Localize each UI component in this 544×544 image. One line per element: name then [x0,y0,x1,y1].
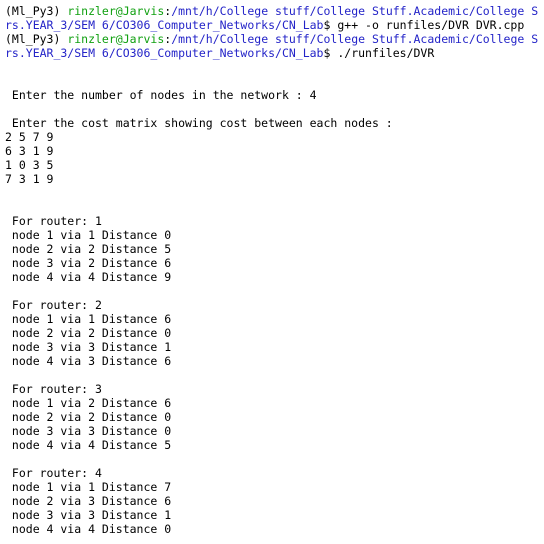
router-header: For router: 1 [5,214,102,228]
router-header: For router: 2 [5,298,102,312]
prompt-env: (Ml_Py3) [5,4,68,18]
matrix-row: 2 5 7 9 [5,130,54,144]
command-text: $ g++ -o runfiles/DVR DVR.cpp [323,18,525,32]
route-row: node 3 via 3 Distance 0 [5,424,172,438]
prompt-line-2: (Ml_Py3) rinzler@Jarvis:/mnt/h/College s… [5,32,544,46]
prompt-line-1: (Ml_Py3) rinzler@Jarvis:/mnt/h/College s… [5,4,544,18]
route-row: node 4 via 4 Distance 5 [5,438,172,452]
prompt-path: /mnt/h/College stuff/College Stuff.Acade… [171,32,539,46]
terminal-window[interactable]: (Ml_Py3) rinzler@Jarvis:/mnt/h/College s… [0,0,544,544]
prompt-user: rinzler@Jarvis [67,32,165,46]
prompt-line-1-cont: rs.YEAR_3/SEM 6/CO306_Computer_Networks/… [5,18,544,32]
route-row: node 1 via 1 Distance 0 [5,228,172,242]
matrix-prompt: Enter the cost matrix showing cost betwe… [5,116,393,130]
route-row: node 4 via 4 Distance 9 [5,270,172,284]
command-text: $ ./runfiles/DVR [323,46,435,60]
route-row: node 1 via 1 Distance 6 [5,312,172,326]
route-row: node 2 via 2 Distance 0 [5,410,172,424]
route-row: node 3 via 3 Distance 1 [5,508,172,522]
matrix-row: 7 3 1 9 [5,172,54,186]
route-row: node 4 via 3 Distance 6 [5,354,172,368]
router-header: For router: 3 [5,382,102,396]
route-row: node 4 via 4 Distance 0 [5,522,172,536]
route-row: node 1 via 1 Distance 7 [5,480,172,494]
prompt-path: /mnt/h/College stuff/College Stuff.Acade… [171,4,539,18]
router-header: For router: 4 [5,466,102,480]
route-row: node 1 via 2 Distance 6 [5,396,172,410]
prompt-line-2-cont: rs.YEAR_3/SEM 6/CO306_Computer_Networks/… [5,46,544,60]
route-row: node 2 via 3 Distance 6 [5,494,172,508]
nodes-prompt: Enter the number of nodes in the network… [5,88,317,102]
prompt-path-cont: rs.YEAR_3/SEM 6/CO306_Computer_Networks/… [5,46,324,60]
prompt-user: rinzler@Jarvis [67,4,165,18]
prompt-path-cont: rs.YEAR_3/SEM 6/CO306_Computer_Networks/… [5,18,324,32]
route-row: node 2 via 2 Distance 0 [5,326,172,340]
prompt-env: (Ml_Py3) [5,32,68,46]
route-row: node 3 via 3 Distance 1 [5,340,172,354]
matrix-row: 6 3 1 9 [5,144,54,158]
matrix-row: 1 0 3 5 [5,158,54,172]
route-row: node 3 via 2 Distance 6 [5,256,172,270]
route-row: node 2 via 2 Distance 5 [5,242,172,256]
